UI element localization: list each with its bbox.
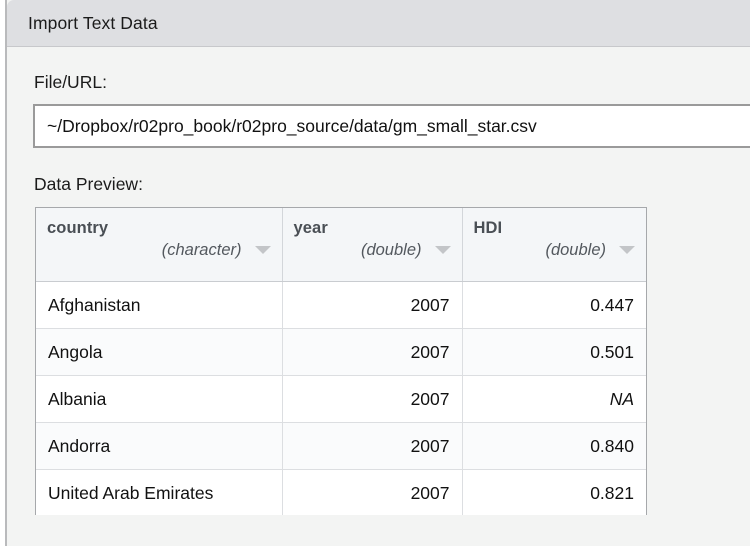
cell-year: 2007: [282, 422, 463, 470]
file-url-label: File/URL:: [34, 72, 107, 92]
cell-country: Afghanistan: [36, 281, 283, 329]
chevron-down-icon[interactable]: [619, 245, 635, 254]
dialog-body: File/URL: Data Preview: country (charact…: [7, 72, 750, 515]
column-name: year: [293, 219, 328, 237]
data-preview-table: country (character) year (double) HDI (d…: [36, 208, 646, 515]
cell-year: 2007: [282, 281, 463, 329]
table-body: Afghanistan 2007 0.447 Angola 2007 0.501…: [36, 281, 646, 515]
cell-year: 2007: [282, 328, 463, 376]
chevron-down-icon[interactable]: [434, 245, 451, 254]
data-preview-label: Data Preview:: [34, 174, 143, 194]
table-row: Angola 2007 0.501: [36, 328, 646, 376]
table-row: United Arab Emirates 2007 0.821: [36, 469, 646, 515]
cell-country: Albania: [36, 375, 283, 423]
cell-hdi: 0.501: [462, 328, 646, 376]
column-type-row: (character): [47, 241, 271, 260]
data-preview-table-container: country (character) year (double) HDI (d…: [35, 207, 647, 515]
column-header-year[interactable]: year (double): [282, 208, 463, 282]
cell-country: United Arab Emirates: [36, 469, 283, 515]
file-url-input[interactable]: [33, 104, 750, 148]
column-header-hdi[interactable]: HDI (double): [462, 208, 646, 282]
cell-country: Andorra: [36, 422, 283, 470]
cell-year: 2007: [282, 469, 463, 515]
column-type-row: (double): [474, 241, 635, 260]
chevron-down-icon[interactable]: [254, 245, 271, 254]
column-type: (double): [360, 241, 422, 259]
cell-year: 2007: [282, 375, 463, 423]
dialog-title: Import Text Data: [28, 12, 158, 33]
cell-hdi: 0.447: [462, 281, 646, 329]
import-text-data-dialog: Import Text Data File/URL: Data Preview:…: [5, 0, 750, 546]
column-type: (double): [545, 241, 606, 259]
cell-hdi: 0.840: [462, 422, 646, 470]
column-name: HDI: [473, 219, 503, 237]
cell-country: Angola: [36, 328, 283, 376]
column-header-country[interactable]: country (character): [36, 208, 283, 282]
dialog-titlebar: Import Text Data: [7, 0, 750, 47]
cell-hdi: NA: [462, 375, 646, 423]
table-header: country (character) year (double) HDI (d…: [36, 208, 646, 282]
column-type-row: (double): [294, 241, 451, 260]
column-name: country: [47, 219, 109, 237]
table-row: Andorra 2007 0.840: [36, 422, 646, 470]
cell-hdi: 0.821: [462, 469, 646, 515]
column-type: (character): [161, 241, 242, 259]
table-row: Afghanistan 2007 0.447: [36, 281, 646, 329]
table-row: Albania 2007 NA: [36, 375, 646, 423]
table-header-row: country (character) year (double) HDI (d…: [36, 208, 646, 282]
